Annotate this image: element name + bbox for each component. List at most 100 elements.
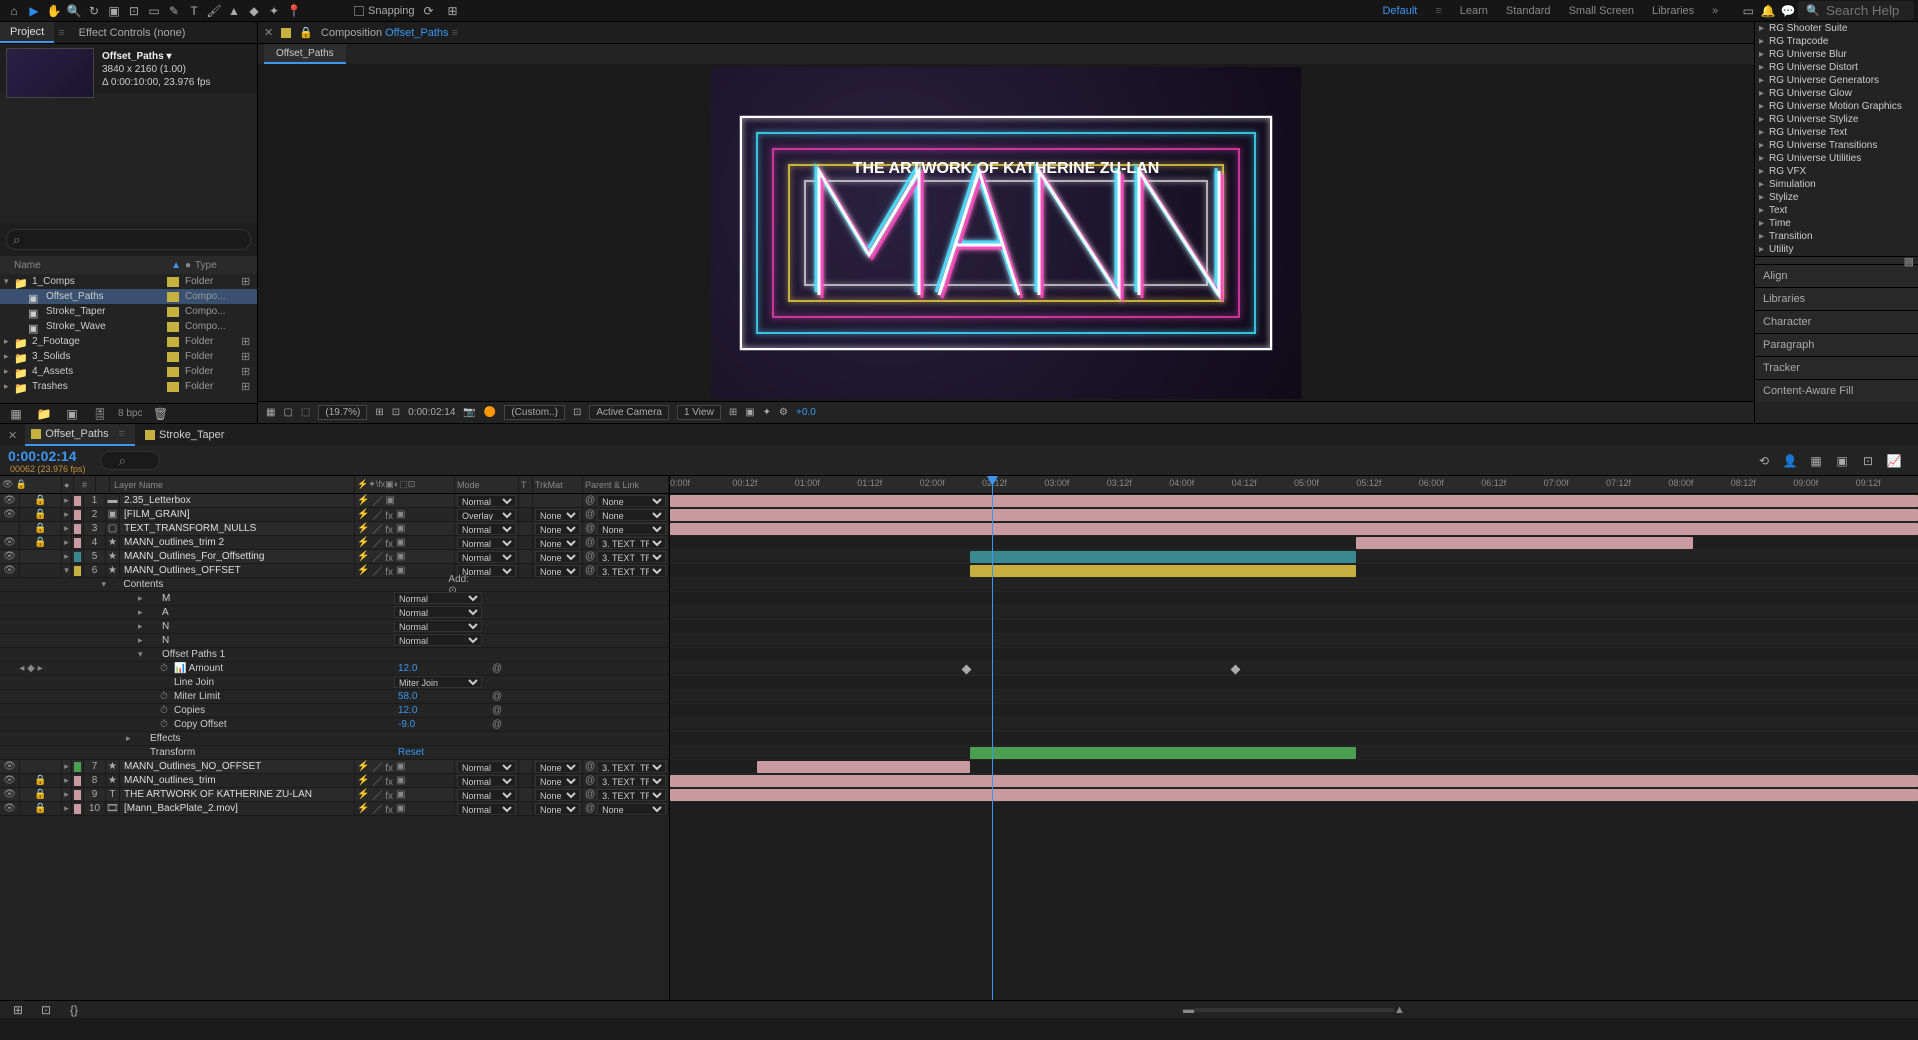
effect-category[interactable]: ▸RG Universe Text <box>1755 126 1918 139</box>
effect-category[interactable]: ▸Text <box>1755 204 1918 217</box>
property-row[interactable]: ▸ N Normal <box>0 620 669 634</box>
new-comp-icon[interactable]: ▣ <box>62 404 82 424</box>
adjust-icon[interactable]: 🎚 <box>90 404 110 424</box>
layer-row[interactable]: 👁 🔒 ▸ 9 T THE ARTWORK OF KATHERINE ZU-LA… <box>0 788 669 802</box>
toggle-alpha-icon[interactable]: ▦ <box>266 407 275 418</box>
effect-category[interactable]: ▸Time <box>1755 217 1918 230</box>
orbit-tool-icon[interactable]: ↻ <box>84 1 104 21</box>
timecode-display[interactable]: 0:00:02:14 <box>408 407 455 418</box>
layer-bar[interactable] <box>970 551 1357 563</box>
layer-row[interactable]: 👁 ▸ 5 ★ MANN_Outlines_For_Offsetting ⚡／ … <box>0 550 669 564</box>
project-item[interactable]: ▣ Offset_Paths Compo... <box>0 289 257 304</box>
effect-category[interactable]: ▸Simulation <box>1755 178 1918 191</box>
shape-tool-icon[interactable]: ▭ <box>144 1 164 21</box>
views-dropdown[interactable]: 1 View <box>677 405 721 420</box>
effect-category[interactable]: ▸RG Universe Generators <box>1755 74 1918 87</box>
project-thumbnail[interactable] <box>6 48 94 98</box>
pan-behind-icon[interactable]: ⊡ <box>124 1 144 21</box>
keyframe-diamond[interactable] <box>962 665 972 675</box>
layer-bar[interactable] <box>757 761 969 773</box>
layer-bar[interactable] <box>970 565 1357 577</box>
camera-dropdown[interactable]: Active Camera <box>589 405 669 420</box>
bpc-label[interactable]: 8 bpc <box>118 408 142 419</box>
track-row[interactable] <box>670 760 1918 774</box>
property-row[interactable]: ▸ A Normal <box>0 606 669 620</box>
track-row[interactable] <box>670 620 1918 634</box>
property-row[interactable]: ⏱ Miter Limit 58.0 @ <box>0 690 669 704</box>
tl-icon-2[interactable]: 👤 <box>1780 451 1800 471</box>
timeline-search-input[interactable] <box>100 451 160 470</box>
zoom-in-icon[interactable]: ▲ <box>1394 1004 1405 1016</box>
workspace-learn[interactable]: Learn <box>1460 5 1488 17</box>
col-layer-name[interactable]: Layer Name <box>110 476 355 493</box>
col-mode[interactable]: Mode <box>455 476 519 493</box>
comp-name-crumb[interactable]: Offset_Paths <box>385 27 448 39</box>
panel-tracker[interactable]: Tracker <box>1755 356 1918 379</box>
property-row[interactable]: ▸ Effects <box>0 732 669 746</box>
workspace-overflow-icon[interactable]: » <box>1712 5 1718 17</box>
hand-tool-icon[interactable]: ✋ <box>44 1 64 21</box>
property-row[interactable]: Transform Reset <box>0 746 669 760</box>
clone-tool-icon[interactable]: ▲ <box>224 1 244 21</box>
project-search-input[interactable] <box>6 229 251 250</box>
view-opt1-icon[interactable]: ⊞ <box>729 407 737 418</box>
project-item[interactable]: ▸ 📁 3_Solids Folder ⊞ <box>0 349 257 364</box>
effect-category[interactable]: ▸RG Universe Stylize <box>1755 113 1918 126</box>
project-item[interactable]: ▸ 📁 2_Footage Folder ⊞ <box>0 334 257 349</box>
effect-category[interactable]: ▸RG Universe Motion Graphics <box>1755 100 1918 113</box>
tl-graph-icon[interactable]: 📈 <box>1884 451 1904 471</box>
property-row[interactable]: Line Join Miter Join <box>0 676 669 690</box>
playhead[interactable] <box>992 476 993 1000</box>
project-item[interactable]: ▣ Stroke_Wave Compo... <box>0 319 257 334</box>
layer-row[interactable]: 👁 🔒 ▸ 10 🎞 [Mann_BackPlate_2.mov] ⚡／ fx▣… <box>0 802 669 816</box>
tl-icon-4[interactable]: ▣ <box>1832 451 1852 471</box>
snap-opt1-icon[interactable]: ⟳ <box>419 1 439 21</box>
project-item[interactable]: ▾ 📁 1_Comps Folder ⊞ <box>0 274 257 289</box>
col-parent[interactable]: Parent & Link <box>583 476 669 493</box>
track-row[interactable] <box>670 662 1918 676</box>
roto-tool-icon[interactable]: ✦ <box>264 1 284 21</box>
lock-icon[interactable]: 🔒 <box>299 26 313 39</box>
interpret-icon[interactable]: ▦ <box>6 404 26 424</box>
panel-align[interactable]: Align <box>1755 264 1918 287</box>
sync-icon[interactable]: ▭ <box>1738 1 1758 21</box>
tl-toggle2-icon[interactable]: ⊡ <box>36 1000 56 1020</box>
effect-category[interactable]: ▸RG Universe Glow <box>1755 87 1918 100</box>
comp-subtab[interactable]: Offset_Paths <box>264 44 346 64</box>
layer-row[interactable]: 👁 ▸ 7 ★ MANN_Outlines_NO_OFFSET ⚡／ fx▣ N… <box>0 760 669 774</box>
property-row[interactable]: ◂ ◆ ▸ ⏱ 📊 Amount 12.0 @ <box>0 662 669 676</box>
layer-bar[interactable] <box>670 775 1918 787</box>
channel-icon[interactable]: 🟠 <box>484 407 496 418</box>
property-row[interactable]: ▾ Offset Paths 1 <box>0 648 669 662</box>
track-row[interactable] <box>670 718 1918 732</box>
panel-libraries[interactable]: Libraries <box>1755 287 1918 310</box>
layer-bar[interactable] <box>970 747 1357 759</box>
resolution-dropdown[interactable]: (Custom..) <box>504 405 565 420</box>
property-row[interactable]: ⏱ Copy Offset -9.0 @ <box>0 718 669 732</box>
timeline-current-time[interactable]: 0:00:02:14 <box>8 448 86 464</box>
trash-icon[interactable]: 🗑 <box>150 404 170 424</box>
panel-paragraph[interactable]: Paragraph <box>1755 333 1918 356</box>
track-row[interactable] <box>670 732 1918 746</box>
track-row[interactable] <box>670 676 1918 690</box>
layer-bar[interactable] <box>670 495 1918 507</box>
track-row[interactable] <box>670 704 1918 718</box>
layer-row[interactable]: 👁 🔒 ▸ 8 ★ MANN_outlines_trim ⚡／ fx▣ Norm… <box>0 774 669 788</box>
panel-content-aware-fill[interactable]: Content-Aware Fill <box>1755 379 1918 402</box>
text-tool-icon[interactable]: T <box>184 1 204 21</box>
keyframe-diamond[interactable] <box>1230 665 1240 675</box>
effect-category[interactable]: ▸Transition <box>1755 230 1918 243</box>
track-row[interactable] <box>670 564 1918 578</box>
track-row[interactable] <box>670 606 1918 620</box>
toggle-mask-icon[interactable]: ▢ <box>283 407 292 418</box>
composition-viewer[interactable]: THE ARTWORK OF KATHERINE ZU-LAN <box>258 64 1754 401</box>
tab-effect-controls[interactable]: Effect Controls (none) <box>69 22 196 43</box>
effect-category[interactable]: ▸RG Trapcode <box>1755 35 1918 48</box>
timeline-tab[interactable]: Stroke_Taper <box>139 424 234 446</box>
chat-icon[interactable]: 💬 <box>1778 1 1798 21</box>
effects-browser[interactable]: ▸RG Shooter Suite▸RG Trapcode▸RG Univers… <box>1755 22 1918 256</box>
track-row[interactable] <box>670 774 1918 788</box>
new-folder-icon[interactable]: 📁 <box>34 404 54 424</box>
layer-bar[interactable] <box>670 523 1918 535</box>
track-row[interactable] <box>670 494 1918 508</box>
